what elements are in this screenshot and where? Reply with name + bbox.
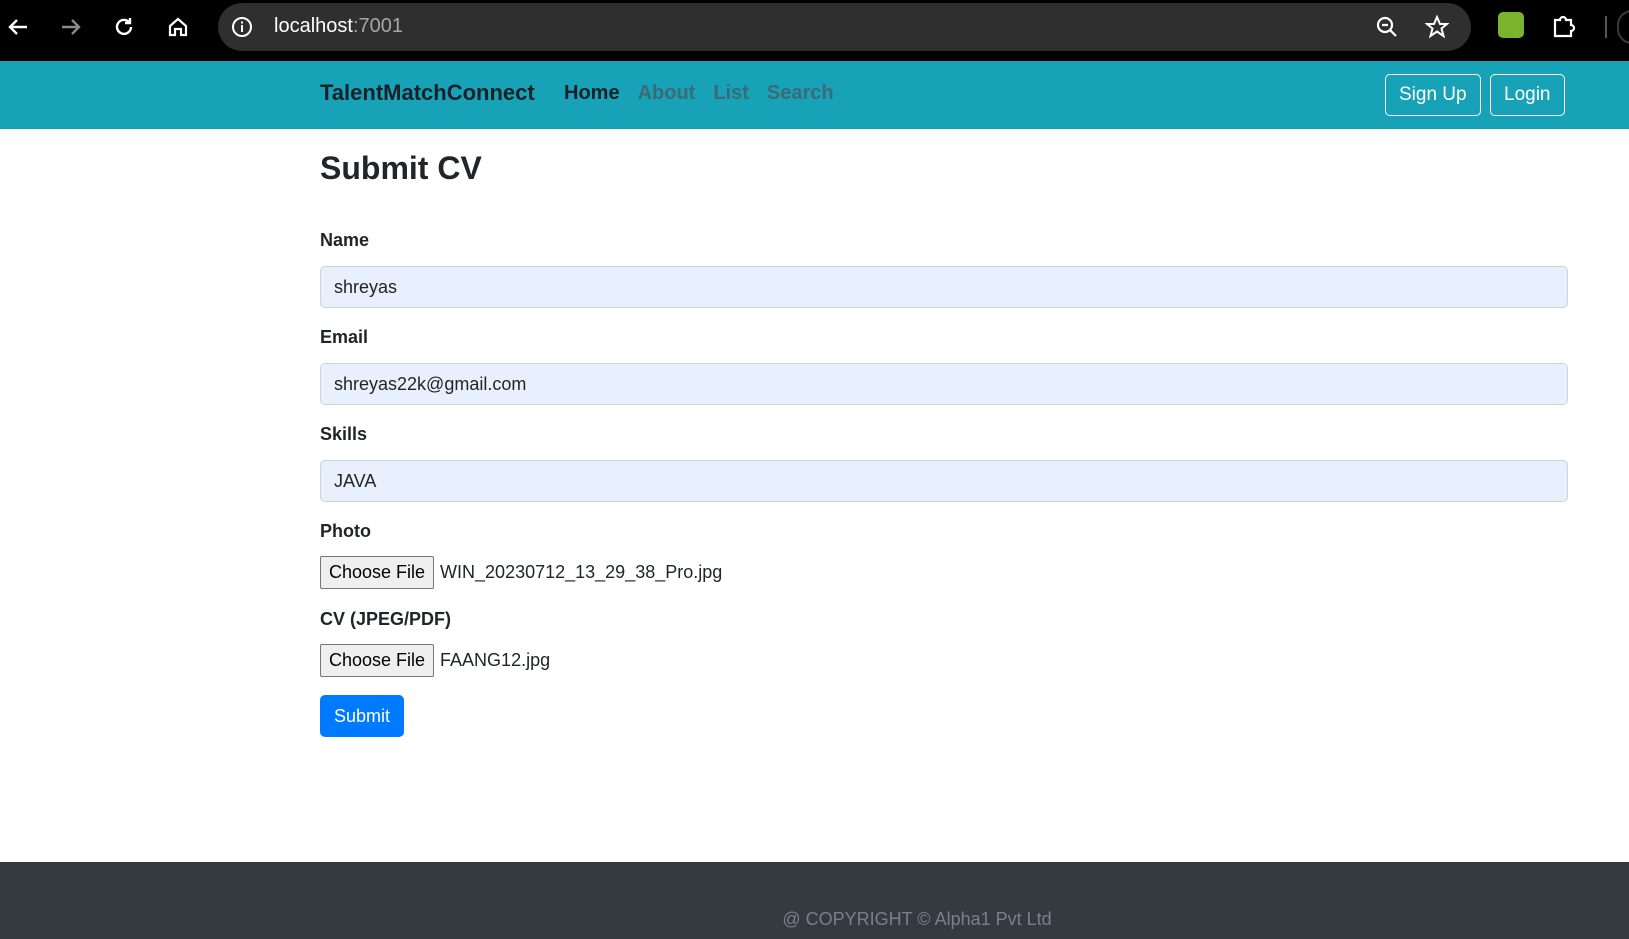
extension-icon[interactable] <box>1498 12 1524 38</box>
url-text[interactable]: localhost:7001 <box>274 15 403 38</box>
name-label: Name <box>320 230 370 250</box>
nav-link-about[interactable]: About <box>638 82 696 105</box>
email-input[interactable] <box>320 363 1568 405</box>
nav-link-search[interactable]: Search <box>767 82 834 105</box>
zoom-icon[interactable] <box>1375 15 1399 44</box>
info-icon[interactable] <box>230 15 254 39</box>
bookmark-star-icon[interactable] <box>1424 14 1450 44</box>
submit-button[interactable]: Submit <box>320 695 405 737</box>
reload-icon[interactable] <box>107 10 141 44</box>
login-button[interactable]: Login <box>1490 74 1565 116</box>
signup-button[interactable]: Sign Up <box>1385 74 1481 116</box>
cv-file-picker: Choose File FAANG12.jpg <box>320 644 550 677</box>
cv-file-name: FAANG12.jpg <box>440 650 551 670</box>
home-icon[interactable] <box>161 10 195 44</box>
brand-logo[interactable]: TalentMatchConnect <box>320 80 535 106</box>
nav-link-list[interactable]: List <box>713 82 749 105</box>
submit-cv-form: Submit CV Name Email Skills Photo Choose… <box>320 150 1568 737</box>
skills-label: Skills <box>320 424 368 444</box>
browser-toolbar: localhost:7001 <box>0 0 1629 61</box>
photo-file-name: WIN_20230712_13_29_38_Pro.jpg <box>440 562 723 582</box>
url-host: localhost <box>274 15 353 37</box>
copyright-text: @ COPYRIGHT © Alpha1 Pvt Ltd <box>782 909 1052 929</box>
name-input[interactable] <box>320 266 1568 308</box>
page-title: Submit CV <box>320 150 482 186</box>
nav-links: Home About List Search <box>564 82 834 105</box>
puzzle-icon[interactable] <box>1551 12 1577 43</box>
cv-label: CV (JPEG/PDF) <box>320 609 452 629</box>
app-navbar: TalentMatchConnect Home About List Searc… <box>0 61 1629 129</box>
address-bar[interactable]: localhost:7001 <box>218 3 1471 51</box>
photo-file-picker: Choose File WIN_20230712_13_29_38_Pro.jp… <box>320 556 722 589</box>
profile-avatar[interactable] <box>1617 10 1629 44</box>
email-label: Email <box>320 327 369 347</box>
toolbar-divider <box>1605 16 1607 38</box>
page-footer: @ COPYRIGHT © Alpha1 Pvt Ltd <box>0 862 1629 939</box>
back-arrow-icon[interactable] <box>1 10 35 44</box>
nav-link-home[interactable]: Home <box>564 82 620 105</box>
photo-choose-file-button[interactable]: Choose File <box>320 556 435 589</box>
forward-arrow-icon[interactable] <box>54 10 88 44</box>
skills-input[interactable] <box>320 460 1568 502</box>
url-port: :7001 <box>352 15 403 37</box>
photo-label: Photo <box>320 521 371 541</box>
cv-choose-file-button[interactable]: Choose File <box>320 644 435 677</box>
